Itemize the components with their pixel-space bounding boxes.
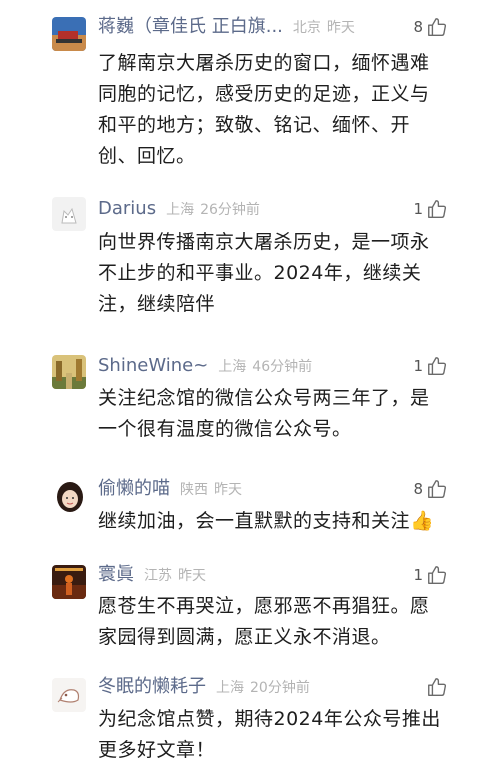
- like-count: 1: [413, 357, 423, 375]
- avatar[interactable]: [52, 17, 86, 51]
- thumbs-up-icon[interactable]: [426, 676, 448, 698]
- thumbs-up-icon[interactable]: [426, 478, 448, 500]
- thumbs-up-icon[interactable]: [426, 16, 448, 38]
- comment-header: ShineWine~ 上海 46分钟前: [98, 353, 312, 379]
- comment-header: 寰眞 江苏 昨天: [98, 562, 206, 588]
- thumbs-up-icon[interactable]: [426, 355, 448, 377]
- like-count: 1: [413, 566, 423, 584]
- like-button[interactable]: [423, 674, 448, 700]
- comment-location: 上海: [218, 359, 247, 375]
- commenter-name[interactable]: Darius: [98, 196, 156, 222]
- comment-time: 昨天: [178, 568, 206, 584]
- commenter-name[interactable]: 偷懒的喵: [98, 476, 170, 502]
- comment-header: 蒋巍（章佳氏 正白旗... 北京 昨天: [98, 14, 355, 40]
- comment-text: 关注纪念馆的微信公众号两三年了，是一个很有温度的微信公众号。: [98, 387, 430, 440]
- comment-location: 北京: [292, 20, 321, 36]
- comment-text: 为纪念馆点赞，期待2024年公众号推出更多好文章！: [98, 708, 441, 761]
- comment-text: 愿苍生不再哭泣，愿邪恶不再猖狂。愿家园得到圆满，愿正义永不消退。: [98, 595, 430, 648]
- like-count: 8: [413, 480, 423, 498]
- avatar[interactable]: [52, 197, 86, 231]
- thumbs-up-icon[interactable]: [426, 564, 448, 586]
- like-button[interactable]: 1: [413, 353, 448, 379]
- like-button[interactable]: 8: [413, 14, 448, 40]
- comment-location: 江苏: [144, 568, 172, 584]
- like-button[interactable]: 1: [413, 196, 448, 222]
- comment-time: 昨天: [214, 482, 242, 498]
- like-button[interactable]: 1: [413, 562, 448, 588]
- like-count: 1: [413, 200, 423, 218]
- comment-time: 20分钟前: [250, 680, 310, 696]
- like-count: 8: [413, 18, 423, 36]
- commenter-name[interactable]: 蒋巍（章佳氏 正白旗...: [98, 14, 283, 40]
- avatar[interactable]: [52, 478, 88, 514]
- avatar[interactable]: [52, 355, 86, 389]
- commenter-name[interactable]: 冬眠的懒耗子: [98, 674, 206, 700]
- commenter-name[interactable]: ShineWine~: [98, 353, 208, 379]
- avatar[interactable]: [52, 678, 86, 712]
- comment-text: 继续加油，会一直默默的支持和关注👍: [98, 510, 435, 532]
- comment-time: 46分钟前: [252, 359, 313, 375]
- comment-location: 上海: [166, 202, 195, 218]
- commenter-name[interactable]: 寰眞: [98, 562, 134, 588]
- comment-text: 了解南京大屠杀历史的窗口，缅怀遇难同胞的记忆，感受历史的足迹，正义与和平的地方；…: [98, 52, 430, 167]
- comment-time: 昨天: [326, 20, 355, 36]
- like-button[interactable]: 8: [413, 476, 448, 502]
- comment-time: 26分钟前: [200, 202, 260, 218]
- avatar[interactable]: [52, 565, 86, 599]
- comment-location: 上海: [216, 680, 244, 696]
- comment-header: 偷懒的喵 陕西 昨天: [98, 476, 242, 502]
- comment-header: Darius 上海 26分钟前: [98, 196, 260, 222]
- thumbs-up-icon[interactable]: [426, 198, 448, 220]
- comment-text: 向世界传播南京大屠杀历史，是一项永不止步的和平事业。2024年，继续关注，继续陪…: [98, 231, 430, 315]
- comment-header: 冬眠的懒耗子 上海 20分钟前: [98, 674, 310, 700]
- comment-location: 陕西: [180, 482, 208, 498]
